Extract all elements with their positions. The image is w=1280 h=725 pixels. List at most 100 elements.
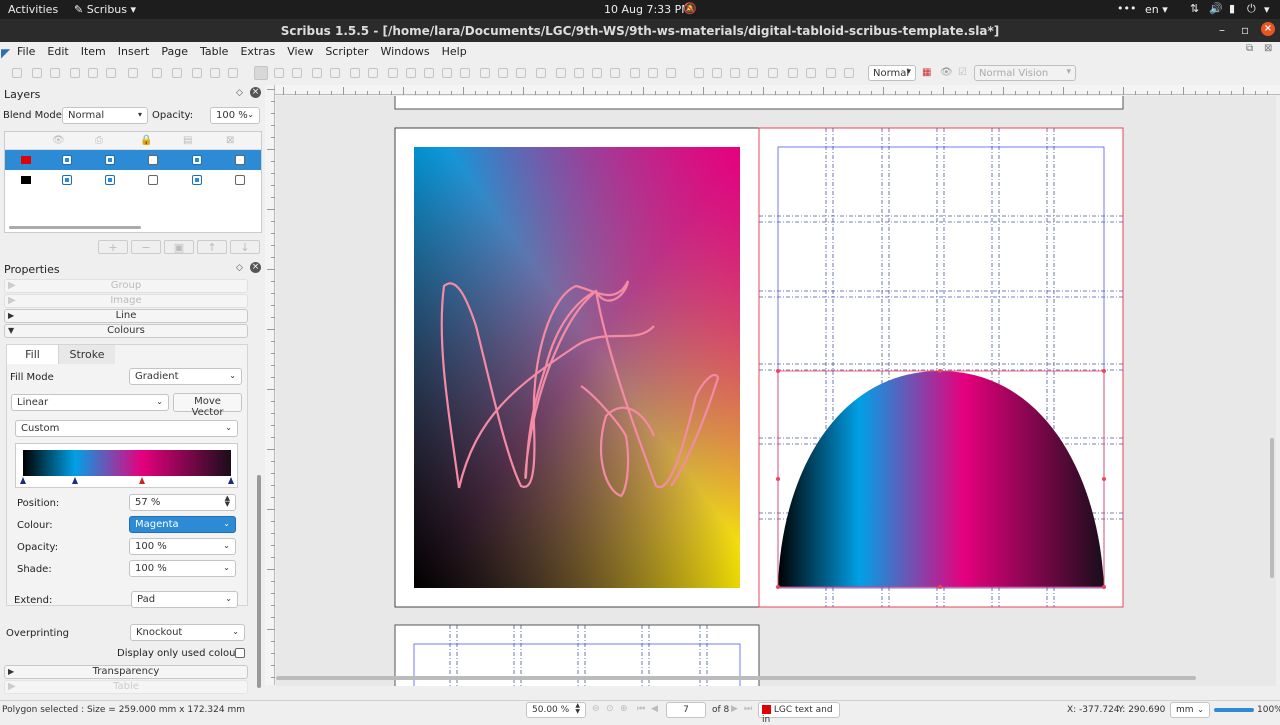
horizontal-scrollbar[interactable] — [276, 676, 1196, 680]
open-tool-icon[interactable] — [32, 68, 42, 78]
gradient-stop-handle[interactable] — [72, 477, 78, 484]
zoom-out-icon[interactable]: ⊖ — [592, 704, 600, 714]
image-frame-tool-icon[interactable] — [292, 68, 302, 78]
close-tool-icon[interactable] — [70, 68, 80, 78]
zoom-spinbox[interactable]: 50.00 % ▲ ▼ — [526, 702, 586, 718]
gradient-stop-handle[interactable] — [138, 477, 145, 484]
zoom-100-icon[interactable]: ⊙ — [606, 704, 614, 714]
preflight-tool-icon[interactable] — [106, 68, 116, 78]
visible-checkbox[interactable] — [62, 175, 72, 185]
line-section[interactable]: ▶ Line — [4, 309, 248, 323]
menu-page[interactable]: Page — [155, 42, 194, 61]
power-icon[interactable]: ⏻ — [1247, 2, 1256, 16]
preview-icon[interactable]: 👁 — [940, 67, 953, 78]
stop-opacity-spinbox[interactable]: 100 % ⌄ — [129, 538, 236, 555]
pdf-tool-icon[interactable] — [128, 68, 138, 78]
float-icon[interactable]: ◇ — [236, 263, 243, 273]
group-section[interactable]: ▶ Group — [4, 279, 248, 293]
zoom-in-icon[interactable]: ⊕ — [620, 704, 628, 714]
measure-tool-icon[interactable] — [610, 68, 620, 78]
raise-layer-button[interactable]: ↑ — [197, 240, 227, 254]
menu-scripter[interactable]: Scripter — [319, 42, 374, 61]
vision-select[interactable]: Normal Vision ▾ — [974, 65, 1076, 81]
cut-tool-icon[interactable] — [192, 68, 202, 78]
layer-opacity-spinbox[interactable]: 100 % ⌄ — [210, 107, 260, 124]
undo-tool-icon[interactable] — [152, 68, 162, 78]
move-vector-button[interactable]: Move Vector — [173, 393, 242, 418]
outline-checkbox[interactable] — [235, 155, 245, 165]
text-field-tool-icon[interactable] — [788, 68, 798, 78]
pdf-annotations-tool-icon[interactable] — [694, 68, 704, 78]
line-tool-icon[interactable] — [424, 68, 434, 78]
edit-mode-icon[interactable]: ☑ — [958, 67, 967, 78]
extend-select[interactable]: Pad ⌄ — [131, 591, 238, 608]
pdf-tools-tool-icon[interactable] — [666, 68, 676, 78]
outline-checkbox[interactable] — [235, 175, 245, 185]
app-menu[interactable]: ✎ Scribus ▾ — [74, 3, 136, 16]
close-icon[interactable]: × — [1261, 22, 1275, 36]
duplicate-layer-button[interactable]: ▣ — [164, 240, 194, 254]
menu-edit[interactable]: Edit — [41, 42, 74, 61]
gradient-type-select[interactable]: Linear ⌄ — [11, 394, 169, 411]
link-tool-icon[interactable] — [806, 68, 816, 78]
link-frames-tool-icon[interactable] — [574, 68, 584, 78]
new-tool-icon[interactable] — [12, 68, 22, 78]
lower-layer-button[interactable]: ↓ — [230, 240, 260, 254]
arc-tool-icon[interactable] — [388, 68, 398, 78]
edit-contents-tool-icon[interactable] — [536, 68, 546, 78]
zoom-slider[interactable] — [1214, 708, 1254, 712]
minimize-icon[interactable]: – — [1219, 23, 1225, 37]
prev-page-icon[interactable]: ◀ — [651, 704, 658, 714]
menu-table[interactable]: Table — [194, 42, 234, 61]
close-icon[interactable]: × — [250, 87, 261, 98]
print-checkbox[interactable] — [105, 155, 115, 165]
polygon-tool-icon[interactable] — [368, 68, 378, 78]
activities-button[interactable]: Activities — [8, 3, 58, 16]
menu-item[interactable]: Item — [75, 42, 112, 61]
bezier-tool-icon[interactable] — [442, 68, 452, 78]
properties-scrollbar[interactable] — [257, 475, 261, 688]
menu-extras[interactable]: Extras — [234, 42, 281, 61]
table-section[interactable]: ▶ Table — [4, 680, 248, 694]
annotation-tool-icon[interactable] — [826, 68, 836, 78]
gradient-preset-select[interactable]: Custom ⌄ — [15, 420, 238, 437]
render-frame-tool-icon[interactable] — [312, 68, 322, 78]
menu-file[interactable]: File — [11, 42, 41, 61]
lock-checkbox[interactable] — [148, 175, 158, 185]
colour-select[interactable]: Magenta ⌄ — [129, 516, 236, 533]
freehand-tool-icon[interactable] — [460, 68, 470, 78]
text-annotation-tool-icon[interactable] — [844, 68, 854, 78]
copy-tool-icon[interactable] — [210, 68, 220, 78]
overprinting-select[interactable]: Knockout ⌄ — [130, 624, 245, 641]
first-page-icon[interactable]: ⏮ — [637, 704, 645, 714]
fill-mode-select[interactable]: Gradient ⌄ — [129, 368, 242, 385]
last-page-icon[interactable]: ⏭ — [744, 704, 752, 714]
shape-tool-icon[interactable] — [350, 68, 360, 78]
checkbox-tool-icon[interactable] — [730, 68, 740, 78]
print-tool-icon[interactable] — [88, 68, 98, 78]
print-checkbox[interactable] — [105, 175, 115, 185]
restore-icon[interactable]: ⧉ — [1246, 43, 1253, 54]
calligraphic-tool-icon[interactable] — [480, 68, 490, 78]
gradient-editor[interactable] — [15, 443, 238, 488]
edit-text-tool-icon[interactable] — [556, 68, 566, 78]
volume-icon[interactable]: 🔊 — [1209, 2, 1223, 15]
unit-select[interactable]: mm ⌄ — [1170, 702, 1210, 718]
transparency-section[interactable]: ▶ Transparency — [4, 665, 248, 679]
visible-checkbox[interactable] — [62, 155, 72, 165]
lock-checkbox[interactable] — [148, 155, 158, 165]
remove-layer-button[interactable]: − — [131, 240, 161, 254]
menu-help[interactable]: Help — [436, 42, 473, 61]
unlink-frames-tool-icon[interactable] — [592, 68, 602, 78]
horizontal-ruler[interactable] — [275, 85, 1280, 95]
rotate-tool-icon[interactable] — [498, 68, 508, 78]
select-tool-icon[interactable] — [254, 66, 268, 80]
power-menu-chevron-icon[interactable]: ▾ — [1264, 3, 1270, 16]
menu-windows[interactable]: Windows — [375, 42, 436, 61]
color-management-icon[interactable]: ▦ — [922, 67, 931, 78]
table-tool-icon[interactable] — [330, 68, 340, 78]
zoom-tool-icon[interactable] — [516, 68, 526, 78]
language-indicator[interactable]: en ▾ — [1145, 3, 1168, 16]
copy-properties-tool-icon[interactable] — [630, 68, 640, 78]
list-tool-icon[interactable] — [768, 68, 778, 78]
